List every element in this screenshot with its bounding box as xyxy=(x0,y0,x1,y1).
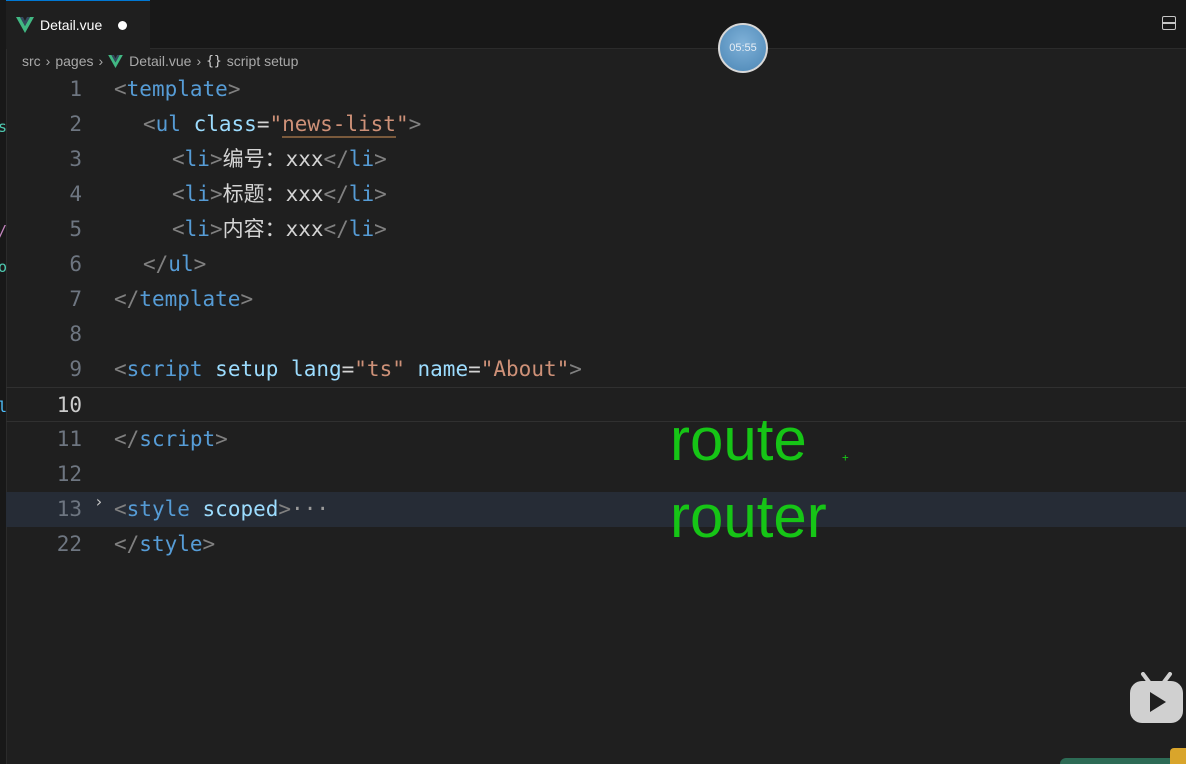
code-line[interactable]: 5 <li>内容：xxx</li> xyxy=(6,212,1186,247)
timer-badge[interactable]: 05:55 xyxy=(718,23,768,73)
line-code[interactable]: </template> xyxy=(114,282,253,317)
vue-file-icon xyxy=(108,54,123,68)
bottom-overlay-badge xyxy=(1060,758,1186,764)
code-editor[interactable]: 1 <template> 2 <ul class="news-list"> 3 … xyxy=(6,72,1186,764)
line-code[interactable]: <li>标题：xxx</li> xyxy=(172,177,387,212)
line-number: 8 xyxy=(69,322,82,346)
code-line[interactable]: 3 <li>编号：xxx</li> xyxy=(6,142,1186,177)
code-line[interactable]: 1 <template> xyxy=(6,72,1186,107)
code-line[interactable]: 4 <li>标题：xxx</li> xyxy=(6,177,1186,212)
tab-label: Detail.vue xyxy=(40,17,103,33)
annotation-router: router xyxy=(670,483,827,550)
code-line[interactable]: 7 </template> xyxy=(6,282,1186,317)
line-number: 11 xyxy=(56,427,82,451)
code-line[interactable]: 11 </script> xyxy=(6,422,1186,457)
line-number: 1 xyxy=(69,77,82,101)
crosshair-cursor-icon: + xyxy=(842,451,849,464)
breadcrumb-file[interactable]: Detail.vue xyxy=(129,53,191,69)
line-code[interactable]: <template> xyxy=(114,72,240,107)
current-code-line[interactable]: 10 xyxy=(6,387,1186,422)
code-line[interactable]: 8 xyxy=(6,317,1186,352)
chevron-right-icon: › xyxy=(98,53,104,69)
line-number: 13 xyxy=(56,497,82,521)
line-number: 22 xyxy=(56,532,82,556)
code-line[interactable]: 12 xyxy=(6,457,1186,492)
line-code[interactable]: <script setup lang="ts" name="About"> xyxy=(114,352,582,387)
line-number: 3 xyxy=(69,147,82,171)
line-number: 4 xyxy=(69,182,82,206)
line-number: 12 xyxy=(56,462,82,486)
braces-icon: {} xyxy=(206,53,222,69)
line-code[interactable]: <style scoped>··· xyxy=(114,492,329,527)
folded-ellipsis: ··· xyxy=(291,497,329,521)
breadcrumb-src[interactable]: src xyxy=(22,53,41,69)
vue-file-icon xyxy=(16,17,34,33)
bottom-overlay-icon xyxy=(1170,748,1186,764)
line-code[interactable]: <ul class="news-list"> xyxy=(143,107,421,142)
split-editor-icon[interactable] xyxy=(1162,16,1176,30)
line-number: 10 xyxy=(56,393,82,417)
code-line[interactable]: 6 </ul> xyxy=(6,247,1186,282)
breadcrumb-symbol[interactable]: script setup xyxy=(227,53,299,69)
line-number: 9 xyxy=(69,357,82,381)
line-number: 6 xyxy=(69,252,82,276)
unsaved-dot-icon[interactable] xyxy=(118,20,128,30)
annotation-route: route xyxy=(670,406,807,473)
code-line[interactable]: 9 <script setup lang="ts" name="About"> xyxy=(6,352,1186,387)
tab-bar: Detail.vue xyxy=(6,0,1186,49)
video-player-icon[interactable] xyxy=(1129,672,1184,724)
fold-chevron-icon[interactable]: › xyxy=(94,492,104,511)
line-number: 5 xyxy=(69,217,82,241)
code-line[interactable]: 22 </style> xyxy=(6,527,1186,562)
line-code[interactable]: </ul> xyxy=(143,247,206,282)
breadcrumb-pages[interactable]: pages xyxy=(55,53,93,69)
line-code[interactable]: <li>内容：xxx</li> xyxy=(172,212,387,247)
line-number: 7 xyxy=(69,287,82,311)
code-line[interactable]: 2 <ul class="news-list"> xyxy=(6,107,1186,142)
breadcrumb: src › pages › Detail.vue › {} script set… xyxy=(22,50,298,72)
line-number: 2 xyxy=(69,112,82,136)
line-code[interactable]: </style> xyxy=(114,527,215,562)
timer-text: 05:55 xyxy=(729,42,757,54)
folded-code-line[interactable]: 13 › <style scoped>··· xyxy=(6,492,1186,527)
tab-detail-vue[interactable]: Detail.vue xyxy=(6,0,150,49)
chevron-right-icon: › xyxy=(45,53,51,69)
chevron-right-icon: › xyxy=(196,53,202,69)
line-code[interactable]: <li>编号：xxx</li> xyxy=(172,142,387,177)
line-code[interactable]: </script> xyxy=(114,422,228,457)
